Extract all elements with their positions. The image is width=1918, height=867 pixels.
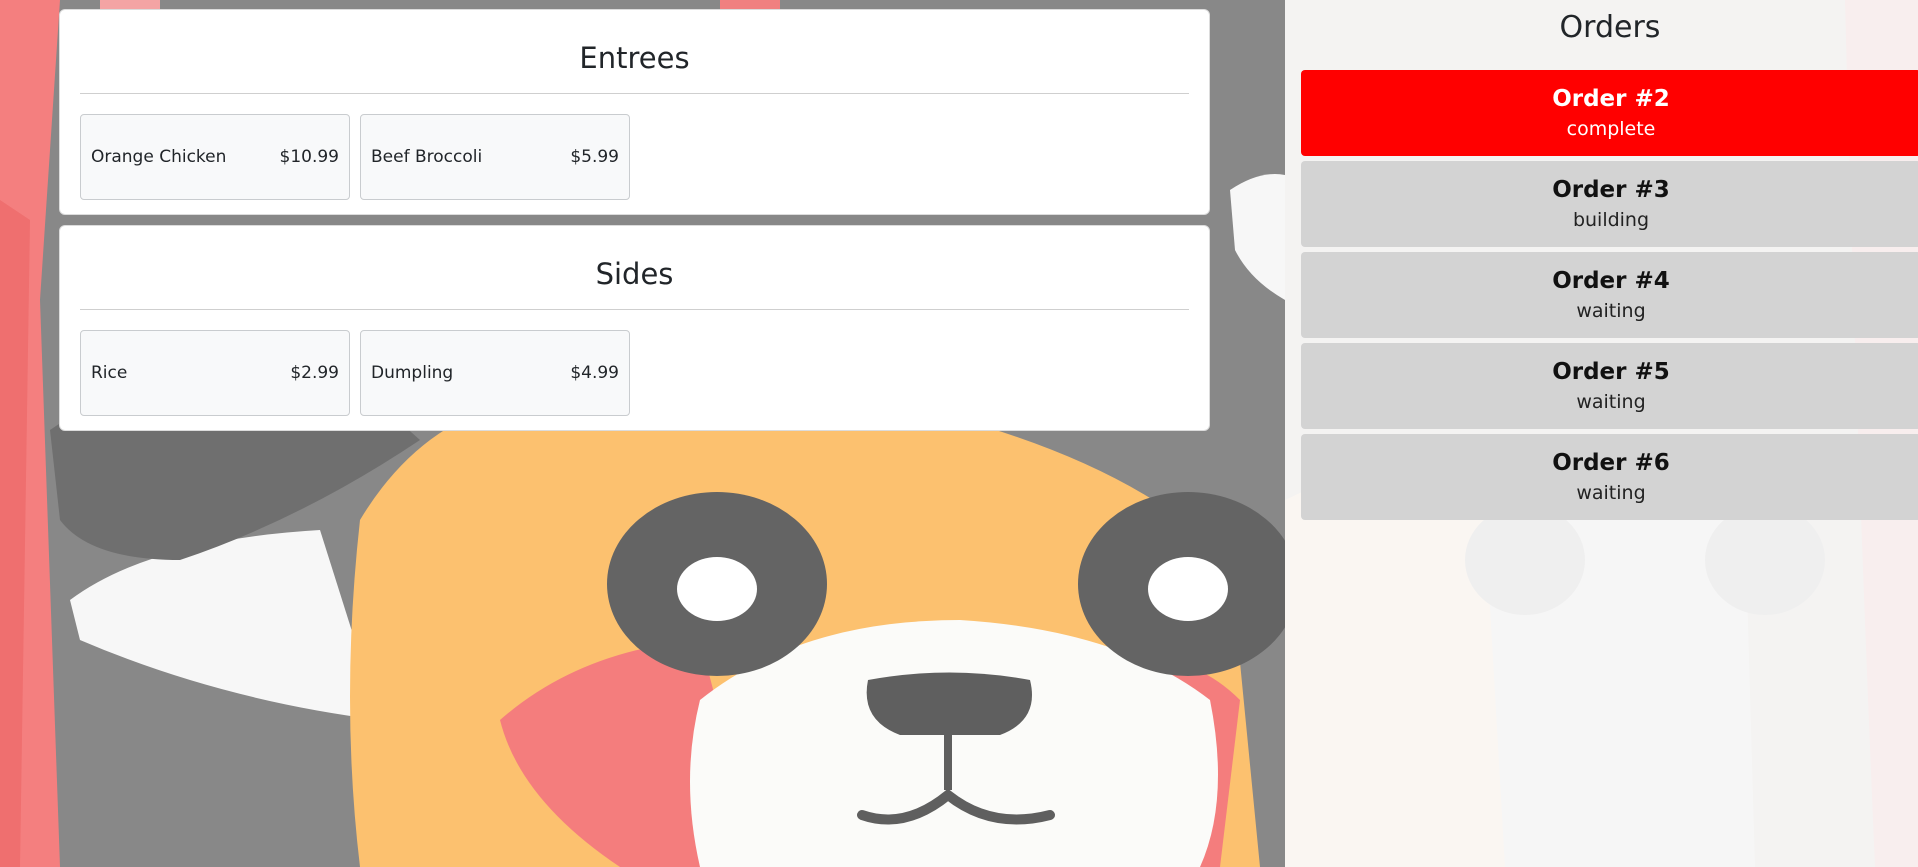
menu-item-price: $2.99 [290,363,339,383]
order-card-5[interactable]: Order #5 waiting [1301,343,1918,429]
orders-list: Order #2 complete Order #3 building Orde… [1301,70,1918,525]
menu-item-beef-broccoli[interactable]: Beef Broccoli $5.99 [360,114,630,200]
menu-items-row: Rice $2.99 Dumpling $4.99 [80,330,1189,416]
order-number: Order #4 [1552,268,1670,294]
menu-item-name: Dumpling [371,363,454,383]
category-title: Sides [595,257,674,291]
menu-item-price: $5.99 [570,147,619,167]
order-status: waiting [1576,482,1646,504]
menu-item-name: Beef Broccoli [371,147,483,167]
order-card-2[interactable]: Order #2 complete [1301,70,1918,156]
menu-item-orange-chicken[interactable]: Orange Chicken $10.99 [80,114,350,200]
order-card-4[interactable]: Order #4 waiting [1301,252,1918,338]
menu-item-name: Orange Chicken [91,147,227,167]
menu-area: Entrees Orange Chicken $10.99 Beef Brocc… [0,0,1285,867]
menu-item-price: $4.99 [570,363,619,383]
menu-item-rice[interactable]: Rice $2.99 [80,330,350,416]
menu-item-price: $10.99 [279,147,339,167]
order-status: complete [1566,118,1656,140]
orders-panel: Orders Order #2 complete Order #3 buildi… [1285,0,1918,867]
category-card-sides: Sides Rice $2.99 Dumpling $4.99 [59,225,1210,431]
order-number: Order #6 [1552,450,1670,476]
order-status: waiting [1576,391,1646,413]
category-title: Entrees [579,41,690,75]
category-card-entrees: Entrees Orange Chicken $10.99 Beef Brocc… [59,9,1210,215]
menu-item-dumpling[interactable]: Dumpling $4.99 [360,330,630,416]
menu-item-name: Rice [91,363,128,383]
app-root: Entrees Orange Chicken $10.99 Beef Brocc… [0,0,1918,867]
menu-items-row: Orange Chicken $10.99 Beef Broccoli $5.9… [80,114,1189,200]
category-divider [80,309,1189,310]
order-status: waiting [1576,300,1646,322]
orders-title: Orders [1559,10,1661,45]
order-number: Order #5 [1552,359,1670,385]
order-number: Order #2 [1552,86,1670,112]
order-status: building [1572,209,1650,231]
category-divider [80,93,1189,94]
order-card-3[interactable]: Order #3 building [1301,161,1918,247]
order-card-6[interactable]: Order #6 waiting [1301,434,1918,520]
order-number: Order #3 [1552,177,1670,203]
